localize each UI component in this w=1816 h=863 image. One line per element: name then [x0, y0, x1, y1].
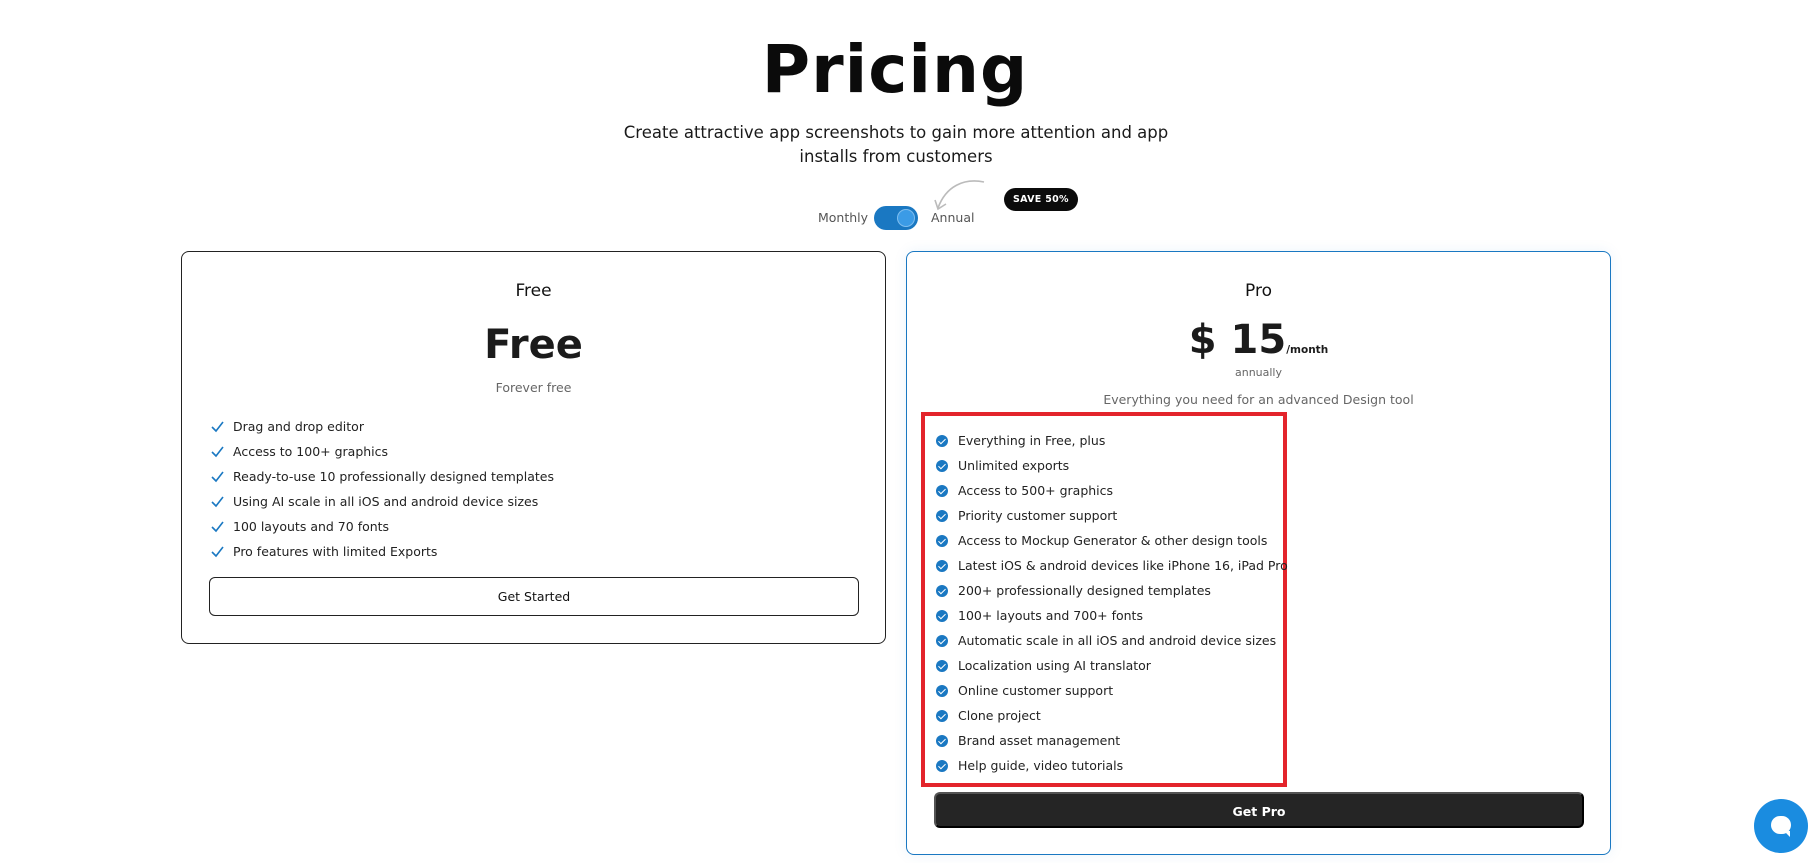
check-circle-icon [936, 560, 948, 572]
get-pro-button[interactable]: Get Pro [934, 792, 1584, 828]
plan-card-free: Free Free Forever free Drag and drop edi… [181, 251, 886, 644]
get-started-button[interactable]: Get Started [209, 577, 859, 616]
billing-toggle-row: Monthly Annual [0, 206, 1816, 230]
feature-label: Automatic scale in all iOS and android d… [958, 633, 1277, 648]
check-icon [211, 496, 224, 508]
feature-label: Pro features with limited Exports [233, 544, 438, 559]
check-circle-icon [936, 635, 948, 647]
annual-label[interactable]: Annual [931, 210, 974, 225]
list-item: 100+ layouts and 700+ fonts [936, 603, 1288, 628]
feature-label: Access to 500+ graphics [958, 483, 1114, 498]
list-item: Drag and drop editor [211, 414, 554, 439]
list-item: Latest iOS & android devices like iPhone… [936, 553, 1288, 578]
feature-label: Using AI scale in all iOS and android de… [233, 494, 539, 509]
list-item: Unlimited exports [936, 453, 1288, 478]
check-circle-icon [936, 435, 948, 447]
feature-label: 100+ layouts and 700+ fonts [958, 608, 1143, 623]
plan-price: Free [484, 322, 583, 368]
chat-bubble-icon [1771, 816, 1791, 837]
page-title: Pricing [761, 31, 1029, 108]
feature-label: 200+ professionally designed templates [958, 583, 1211, 598]
list-item: Pro features with limited Exports [211, 539, 554, 564]
feature-label: Everything in Free, plus [958, 433, 1106, 448]
list-item: 100 layouts and 70 fonts [211, 514, 554, 539]
plan-description: Everything you need for an advanced Desi… [1103, 392, 1414, 407]
list-item: Online customer support [936, 678, 1288, 703]
price-unit: /month [1286, 344, 1329, 356]
plan-name: Free [515, 281, 552, 301]
check-circle-icon [936, 735, 948, 747]
feature-label: Access to 100+ graphics [233, 444, 389, 459]
feature-label: Drag and drop editor [233, 419, 364, 434]
check-icon [211, 446, 224, 458]
list-item: Priority customer support [936, 503, 1288, 528]
plan-price-note: Forever free [495, 380, 572, 395]
list-item: Access to 100+ graphics [211, 439, 554, 464]
list-item: Using AI scale in all iOS and android de… [211, 489, 554, 514]
feature-list: Drag and drop editor Access to 100+ grap… [211, 414, 554, 564]
feature-label: Priority customer support [958, 508, 1118, 523]
list-item: 200+ professionally designed templates [936, 578, 1288, 603]
check-circle-icon [936, 710, 948, 722]
toggle-knob [897, 209, 915, 227]
list-item: Access to 500+ graphics [936, 478, 1288, 503]
plan-card-pro: Pro $ 15/month annually Everything you n… [906, 251, 1611, 855]
feature-list: Everything in Free, plus Unlimited expor… [936, 428, 1288, 778]
feature-label: Clone project [958, 708, 1041, 723]
check-icon [211, 521, 224, 533]
feature-label: Unlimited exports [958, 458, 1070, 473]
feature-label: Localization using AI translator [958, 658, 1151, 673]
list-item: Clone project [936, 703, 1288, 728]
check-circle-icon [936, 535, 948, 547]
check-icon [211, 546, 224, 558]
plan-name: Pro [1245, 281, 1272, 301]
list-item: Access to Mockup Generator & other desig… [936, 528, 1288, 553]
list-item: Ready-to-use 10 professionally designed … [211, 464, 554, 489]
check-circle-icon [936, 460, 948, 472]
list-item: Localization using AI translator [936, 653, 1288, 678]
list-item: Everything in Free, plus [936, 428, 1288, 453]
check-circle-icon [936, 485, 948, 497]
check-circle-icon [936, 660, 948, 672]
feature-label: 100 layouts and 70 fonts [233, 519, 390, 534]
check-circle-icon [936, 685, 948, 697]
price-amount: $ 15 [1188, 317, 1287, 363]
check-icon [211, 471, 224, 483]
list-item: Automatic scale in all iOS and android d… [936, 628, 1288, 653]
check-circle-icon [936, 585, 948, 597]
plan-price: $ 15/month [907, 317, 1610, 363]
feature-label: Help guide, video tutorials [958, 758, 1124, 773]
monthly-label[interactable]: Monthly [818, 210, 868, 225]
feature-label: Latest iOS & android devices like iPhone… [958, 558, 1288, 573]
feature-label: Online customer support [958, 683, 1114, 698]
list-item: Brand asset management [936, 728, 1288, 753]
feature-label: Brand asset management [958, 733, 1121, 748]
billing-toggle-switch[interactable] [874, 206, 918, 230]
check-circle-icon [936, 760, 948, 772]
check-circle-icon [936, 510, 948, 522]
list-item: Help guide, video tutorials [936, 753, 1288, 778]
chat-button[interactable] [1754, 799, 1808, 853]
billing-note: annually [1234, 366, 1283, 379]
feature-label: Access to Mockup Generator & other desig… [958, 533, 1268, 548]
feature-label: Ready-to-use 10 professionally designed … [233, 469, 554, 484]
check-icon [211, 421, 224, 433]
page-subtitle: Create attractive app screenshots to gai… [623, 123, 1169, 166]
check-circle-icon [936, 610, 948, 622]
